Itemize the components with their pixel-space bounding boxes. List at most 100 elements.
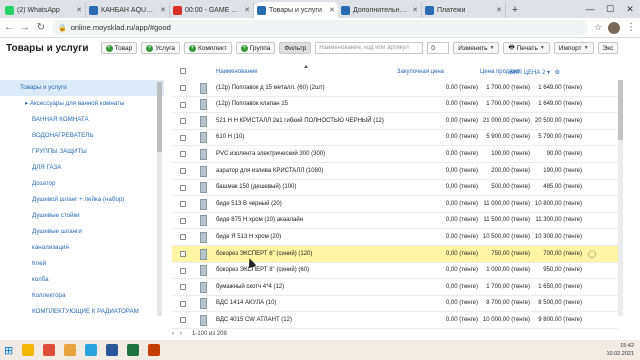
product-name[interactable]: ВДС 1414 АКУЛА (10) [216,300,276,306]
bookmark-star-icon[interactable]: ☆ [594,22,602,33]
new-tab-icon[interactable]: + [508,2,522,18]
change-button[interactable]: Изменить ▼ [453,42,500,54]
file-explorer-icon[interactable] [22,344,35,356]
close-tab-icon[interactable]: ✕ [329,6,335,14]
table-row[interactable]: бумажный скотч 4*4 (12) 0,00 (тенге) 1 700… [172,279,618,296]
close-window-icon[interactable]: ✕ [620,0,640,18]
close-tab-icon[interactable]: ✕ [496,6,502,14]
sort-arrow-icon[interactable]: ▲ [303,64,309,70]
row-checkbox[interactable] [180,118,186,125]
minimize-icon[interactable]: — [580,0,600,18]
table-row[interactable]: биде 875 Н хром (10) акаалайн 0,00 (тенге… [172,213,618,230]
sidebar-item[interactable]: Товары и услуги [0,80,164,96]
row-checkbox[interactable] [180,251,186,257]
close-tab-icon[interactable]: ✕ [244,6,250,14]
column-settings-icon[interactable]: ⚙ [555,69,560,76]
table-row[interactable]: PVC изолента электрический 300 (300) 0,00… [172,146,618,163]
product-name[interactable]: биде 875 Н хром (10) акаалайн [216,217,303,223]
row-checkbox[interactable] [180,151,186,158]
reload-icon[interactable]: ↻ [36,22,46,33]
product-name[interactable]: 610 Н (10) [216,134,244,140]
sidebar-item[interactable]: ГРУППЫ ЗАЩИТЫ [0,144,164,160]
sidebar-item[interactable]: Душевые стойки [0,208,164,224]
product-name[interactable]: бокорез ЭКСПЕРТ 8" (синий) (60) [216,267,309,273]
browser-tab[interactable]: КАНБАН AQUATAU✕ [86,2,170,18]
sidebar-item[interactable]: Коллектора [0,288,164,304]
row-checkbox[interactable] [180,85,186,91]
table-row[interactable]: биде Я 513 Н хром (20) 0,00 (тенге) 10 500… [172,229,618,246]
table-scrollbar-thumb[interactable] [618,80,623,140]
row-checkbox[interactable] [180,317,186,324]
select-all-checkbox[interactable] [180,68,186,74]
row-checkbox[interactable] [180,134,186,141]
table-row[interactable]: башмак 150 (дешевый) (100) 0,00 (тенге) 50… [172,180,618,197]
folder-icon[interactable] [64,344,77,356]
sidebar-item[interactable]: ВОДОНАГРЕВАТЕЛЬ [0,128,164,144]
table-row[interactable]: ВДС 1414 АКУЛА (10) 0,00 (тенге) 8 700,00 … [172,296,618,313]
product-name[interactable]: (12р) Поплавок клапан 15 [216,101,288,107]
browser-tab[interactable]: 00:00 - GAME OVER✕ [170,2,254,18]
back-icon[interactable]: ← [4,22,14,33]
product-name[interactable]: (12р) Поплавок д 15 металл. (60) (2шт) [216,85,325,91]
close-tab-icon[interactable]: ✕ [76,6,82,14]
table-row[interactable]: 610 Н (10) 0,00 (тенге) 5 900,00 (тенге) 5 … [172,130,618,147]
sidebar-item[interactable]: колба [0,272,164,288]
add-product-button[interactable]: + Товар [100,42,138,54]
row-checkbox[interactable] [180,101,186,108]
product-name[interactable]: башмак 150 (дешевый) (100) [216,184,296,190]
word-icon[interactable] [106,344,119,356]
product-name[interactable]: биде 513 В черный (20) [216,201,282,207]
column-header-vip-price[interactable]: ВИП ЦЕНА 2 ▾ [509,69,550,76]
browser-tab[interactable]: (2) WhatsApp ✕ [2,2,86,18]
column-header-name[interactable]: Наименование [216,69,258,75]
table-row[interactable]: (12р) Поплавок д 15 металл. (60) (2шт) 0,… [172,80,618,97]
close-tab-icon[interactable]: ✕ [412,6,418,14]
sidebar-item[interactable]: Душевые шланги [0,224,164,240]
product-name[interactable]: ВДС 4015 СW АТЛАНТ (12) [216,317,292,323]
row-checkbox[interactable] [180,184,186,191]
table-row[interactable]: аэратор для излива КРИСТАЛЛ (1080) 0,00 (… [172,163,618,180]
row-actions-icon[interactable]: ◯ [588,250,596,258]
sidebar-item[interactable]: ВАННАЯ КОМНАТА [0,112,164,128]
windows-start-icon[interactable]: ⊞ [4,344,13,357]
add-bundle-button[interactable]: + Комплект [184,42,232,54]
sidebar-item[interactable]: ДЛЯ ГАЗА [0,160,164,176]
column-header-purchase-price[interactable]: Закупочная цена [397,69,444,75]
browser-tab[interactable]: Дополнительные пол✕ [338,2,422,18]
product-name[interactable]: бокорез ЭКСПЕРТ 6" (синий) (120) [216,251,312,257]
sidebar-item[interactable]: Дозатор [0,176,164,192]
system-clock[interactable]: 15:42 10.02.2021 [606,342,634,358]
sidebar-scrollbar-thumb[interactable] [157,82,162,152]
table-row[interactable]: бокорез ЭКСПЕРТ 6" (синий) (120) 0,00 (те… [172,246,618,263]
chrome-icon[interactable] [43,344,56,356]
table-row[interactable]: ВДС 4015 СW АТЛАНТ (12) 0,00 (тенге) 10 00… [172,312,618,329]
telegram-icon[interactable] [85,344,98,356]
search-input[interactable]: Наименование, код или артикул [315,42,424,54]
table-row[interactable]: 521 Н Н КРИСТАЛЛ 2в1 гибкий ПОЛНОСТЬЮ ЧЕ… [172,113,618,130]
table-row[interactable]: биде 513 В черный (20) 0,00 (тенге) 11 000… [172,196,618,213]
row-checkbox[interactable] [180,168,186,174]
quantity-field[interactable]: 0 [427,42,450,54]
product-name[interactable]: 521 Н Н КРИСТАЛЛ 2в1 гибкий ПОЛНОСТЬЮ ЧЕ… [216,118,384,124]
maximize-icon[interactable]: ☐ [600,0,620,18]
sidebar-item[interactable]: КОМПЛЕКТУЮЩИЕ К РАДИАТОРАМ [0,304,164,318]
excel-icon[interactable] [127,344,140,356]
product-name[interactable]: PVC изолента электрический 300 (300) [216,151,325,157]
row-checkbox[interactable] [180,267,186,274]
row-checkbox[interactable] [180,201,186,208]
product-name[interactable]: аэратор для излива КРИСТАЛЛ (1080) [216,168,323,174]
prev-page-icon[interactable]: ‹ [172,331,174,337]
sidebar-item[interactable]: Клей [0,256,164,272]
app-icon[interactable] [148,344,161,356]
table-row[interactable]: (12р) Поплавок клапан 15 0,00 (тенге) 1 70… [172,97,618,114]
forward-icon[interactable]: → [20,22,30,33]
product-name[interactable]: бумажный скотч 4*4 (12) [216,284,284,290]
url-field[interactable]: 🔒 online.moysklad.ru/app/#good [52,20,588,35]
menu-dots-icon[interactable]: ⋮ [626,22,636,33]
table-row[interactable]: бокорез ЭКСПЕРТ 8" (синий) (60) 0,00 (тен… [172,263,618,280]
browser-tab[interactable]: Товары и услуги ✕ [254,2,338,18]
next-page-icon[interactable]: › [180,331,182,337]
row-checkbox[interactable] [180,217,186,224]
print-button[interactable]: 🖶 Печать ▼ [503,42,550,54]
row-checkbox[interactable] [180,300,186,307]
